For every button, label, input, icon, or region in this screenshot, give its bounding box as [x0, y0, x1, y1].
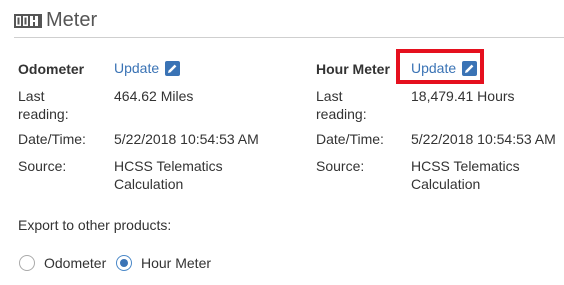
odometer-last-reading-label-line2: reading: [18, 106, 69, 122]
radio-hour-meter-label[interactable]: Hour Meter [141, 254, 211, 272]
radio-hour-meter[interactable] [116, 255, 132, 271]
hour-meter-heading: Hour Meter [316, 61, 390, 77]
export-label: Export to other products: [18, 217, 172, 233]
odometer-source-value-line2: Calculation [114, 176, 184, 192]
radio-odometer[interactable] [19, 255, 35, 271]
pencil-icon [165, 60, 181, 76]
odometer-last-reading-label-line1: Last [18, 88, 45, 104]
odometer-source-label: Source: [18, 158, 67, 174]
odometer-datetime-value: 5/22/2018 10:54:53 AM [114, 131, 259, 147]
odometer-last-reading-value: 464.62 Miles [114, 88, 194, 104]
odometer-heading: Odometer [18, 61, 85, 77]
hour-meter-source-label: Source: [316, 158, 365, 174]
highlight-box [396, 49, 484, 84]
hour-meter-source-value-line1: HCSS Telematics [411, 158, 520, 174]
odometer-source-value-line1: HCSS Telematics [114, 158, 223, 174]
hour-meter-last-reading-value: 18,479.41 Hours [411, 88, 515, 104]
odometer-update-label: Update [114, 60, 160, 76]
hour-meter-source-value-line2: Calculation [411, 176, 481, 192]
hour-meter-datetime-value: 5/22/2018 10:54:53 AM [411, 131, 556, 147]
section-header: Meter [14, 6, 564, 38]
hour-meter-datetime-label: Date/Time: [316, 131, 384, 147]
radio-odometer-label[interactable]: Odometer [44, 254, 106, 272]
hour-meter-last-reading-label-line2: reading: [316, 106, 367, 122]
hour-meter-last-reading-label-line1: Last [316, 88, 343, 104]
odometer-datetime-label: Date/Time: [18, 131, 86, 147]
meter-icon [14, 14, 42, 28]
odometer-update-link[interactable]: Update [114, 59, 181, 77]
page-title: Meter [46, 9, 98, 31]
